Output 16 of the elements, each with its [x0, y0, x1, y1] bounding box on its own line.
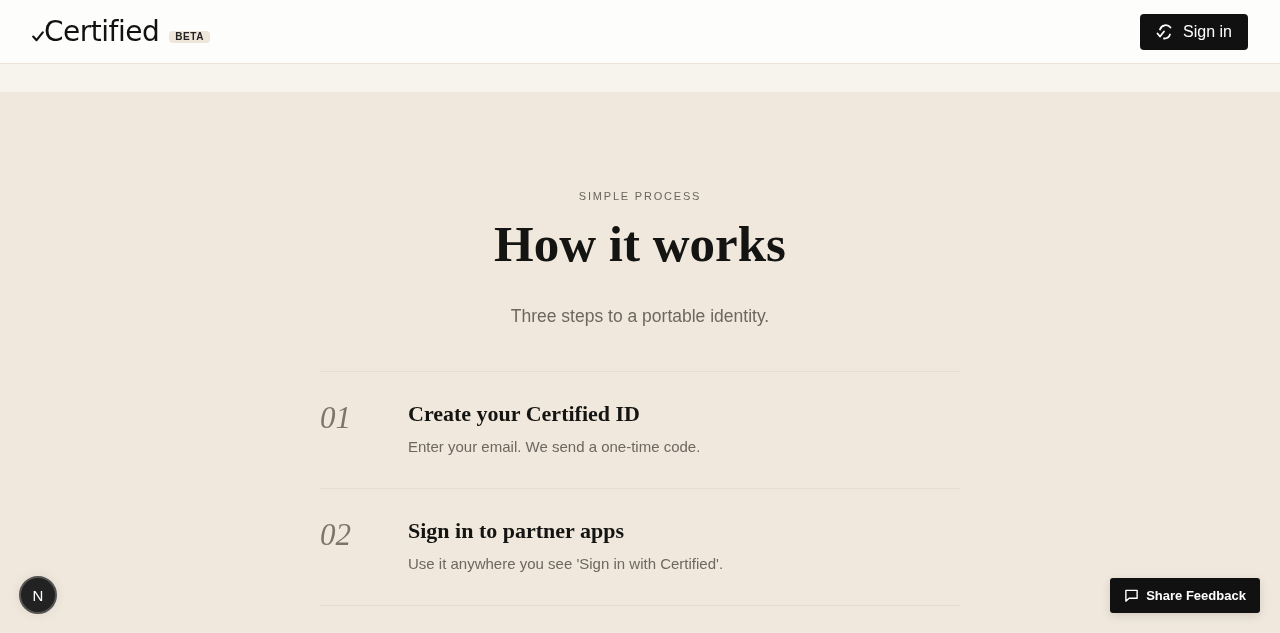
sign-in-button[interactable]: Sign in	[1140, 13, 1248, 50]
share-feedback-button[interactable]: Share Feedback	[1110, 578, 1260, 613]
chat-bubble-icon	[1124, 588, 1140, 603]
step-description: Use it anywhere you see 'Sign in with Certified'.	[408, 554, 724, 574]
check-icon	[32, 30, 44, 42]
section-subtitle: Three steps to a portable identity.	[510, 305, 770, 328]
step-title: Sign in to partner apps	[408, 517, 625, 545]
section-title: How it works	[494, 215, 786, 274]
step-description: Enter your email. We send a one-time code.	[408, 437, 701, 457]
step-number: 02	[320, 517, 352, 553]
step-title: Create your Certified ID	[408, 400, 641, 428]
step-number: 01	[320, 400, 352, 436]
dev-indicator-button[interactable]: N	[19, 576, 57, 614]
logo-text: Certified	[44, 15, 160, 48]
beta-badge: BETA	[169, 30, 211, 43]
section-eyebrow: SIMPLE PROCESS	[578, 189, 702, 203]
